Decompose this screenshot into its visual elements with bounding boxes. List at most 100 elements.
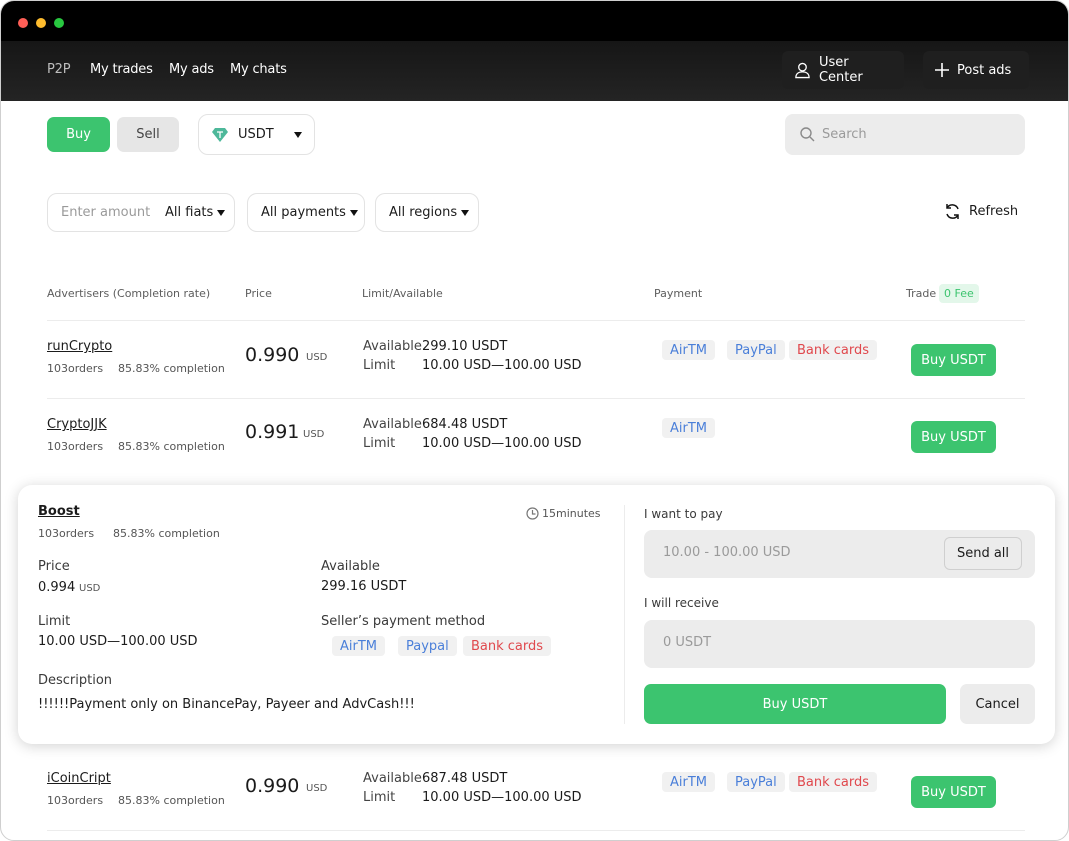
user-icon xyxy=(795,62,810,79)
available-value: 684.48 USDT xyxy=(422,417,508,432)
buy-usdt-button[interactable]: Buy USDT xyxy=(911,421,996,453)
maximize-window-dot[interactable] xyxy=(54,18,64,28)
payment-method-label: Seller’s payment method xyxy=(321,614,486,629)
send-all-button[interactable]: Send all xyxy=(944,537,1022,570)
asset-select[interactable]: USDT xyxy=(198,114,315,155)
buy-tab[interactable]: Buy xyxy=(47,117,110,152)
advertiser-name[interactable]: Boost xyxy=(38,504,80,519)
advertiser-name[interactable]: runCrypto xyxy=(47,339,112,354)
buy-usdt-button[interactable]: Buy USDT xyxy=(911,344,996,376)
completion-rate: 85.83% completion xyxy=(113,527,220,540)
chevron-down-icon xyxy=(461,209,470,216)
pay-placeholder: 10.00 - 100.00 USD xyxy=(663,545,791,560)
payments-filter[interactable]: All payments xyxy=(247,193,365,232)
search-box[interactable]: Search xyxy=(785,114,1025,155)
receive-amount-input[interactable]: 0 USDT xyxy=(644,620,1035,668)
completion-rate: 85.83% completion xyxy=(118,794,225,807)
available-label: Available xyxy=(363,771,422,786)
confirm-buy-button[interactable]: Buy USDT xyxy=(644,684,946,724)
refresh-button[interactable]: Refresh xyxy=(944,203,1018,220)
order-detail-panel: Boost 103orders 85.83% completion 15minu… xyxy=(18,485,1055,744)
advertiser-name[interactable]: iCoinCript xyxy=(47,771,111,786)
fiat-select[interactable]: All fiats xyxy=(165,205,213,220)
nav-my-trades[interactable]: My trades xyxy=(90,62,153,77)
orders-count: 103orders xyxy=(38,527,95,540)
payment-tag: Paypal xyxy=(398,636,457,656)
payment-tag: PayPal xyxy=(727,340,785,360)
limit-label: Limit xyxy=(363,790,396,805)
available-value: 299.10 USDT xyxy=(422,339,508,354)
row-divider xyxy=(47,830,1025,831)
price-currency: USD xyxy=(306,352,328,363)
header-payment: Payment xyxy=(654,287,703,300)
post-ads-label: Post ads xyxy=(957,62,1012,78)
user-center-button[interactable]: User Center xyxy=(782,51,904,89)
cancel-button[interactable]: Cancel xyxy=(960,684,1035,724)
close-window-dot[interactable] xyxy=(18,18,28,28)
header-advertisers: Advertisers (Completion rate) xyxy=(47,287,211,300)
limit-label: Limit xyxy=(363,358,396,373)
payment-time-limit: 15minutes xyxy=(542,507,601,520)
completion-rate: 85.83% completion xyxy=(118,362,225,375)
limit-label: Limit xyxy=(38,614,71,629)
price-value: 0.990 xyxy=(245,344,300,366)
header-price: Price xyxy=(245,287,272,300)
plus-icon xyxy=(935,63,949,77)
limit-value: 10.00 USD—100.00 USD xyxy=(422,790,582,805)
available-label: Available xyxy=(363,339,422,354)
chevron-down-icon xyxy=(293,131,302,138)
user-center-label: User Center xyxy=(818,55,863,85)
zero-fee-badge: 0 Fee xyxy=(939,284,979,303)
completion-rate: 85.83% completion xyxy=(118,440,225,453)
nav-p2p[interactable]: P2P xyxy=(47,62,71,77)
row-divider xyxy=(47,398,1025,399)
search-icon xyxy=(800,127,815,142)
price-currency: USD xyxy=(306,783,328,794)
buy-usdt-button[interactable]: Buy USDT xyxy=(911,776,996,808)
pay-amount-input[interactable]: 10.00 - 100.00 USD Send all xyxy=(644,530,1035,578)
price-value: 0.990 xyxy=(245,775,300,797)
nav-my-ads[interactable]: My ads xyxy=(169,62,214,77)
payment-tag: Bank cards xyxy=(789,772,878,792)
available-label: Available xyxy=(363,417,422,432)
asset-label: USDT xyxy=(238,127,274,142)
amount-filter[interactable]: Enter amount All fiats xyxy=(47,193,235,232)
available-value: 299.16 USDT xyxy=(321,579,407,594)
header-trade: Trade xyxy=(906,287,937,300)
description-label: Description xyxy=(38,673,113,688)
nav-my-chats[interactable]: My chats xyxy=(230,62,287,77)
amount-input[interactable]: Enter amount xyxy=(61,205,165,220)
orders-count: 103orders xyxy=(47,440,104,453)
description-text: !!!!!!Payment only on BinancePay, Payeer… xyxy=(38,697,415,712)
title-bar xyxy=(1,1,1068,41)
payment-tag: PayPal xyxy=(727,772,785,792)
price-currency: USD xyxy=(79,583,101,594)
pay-label: I want to pay xyxy=(644,507,723,521)
limit-value: 10.00 USD—100.00 USD xyxy=(422,358,582,373)
payment-tag: AirTM xyxy=(662,418,716,438)
sell-tab[interactable]: Sell xyxy=(117,117,179,152)
payment-tag: AirTM xyxy=(662,772,716,792)
payments-label: All payments xyxy=(261,205,346,220)
receive-placeholder: 0 USDT xyxy=(663,635,712,650)
payment-tag: AirTM xyxy=(662,340,716,360)
search-placeholder: Search xyxy=(822,127,867,142)
price-value: 0.991 xyxy=(245,421,300,443)
refresh-icon xyxy=(946,204,959,219)
app-window: P2P My trades My ads My chats User Cente… xyxy=(0,0,1069,841)
available-label: Available xyxy=(321,559,380,574)
chevron-down-icon xyxy=(217,209,226,216)
minimize-window-dot[interactable] xyxy=(36,18,46,28)
orders-count: 103orders xyxy=(47,794,104,807)
regions-label: All regions xyxy=(389,205,458,220)
usdt-diamond-icon xyxy=(212,127,228,142)
chevron-down-icon xyxy=(349,209,358,216)
advertiser-name[interactable]: CryptoJJK xyxy=(47,417,107,432)
refresh-label: Refresh xyxy=(969,204,1019,219)
panel-divider xyxy=(624,505,625,724)
limit-value: 10.00 USD—100.00 USD xyxy=(422,436,582,451)
regions-filter[interactable]: All regions xyxy=(375,193,479,232)
price-value: 0.994 xyxy=(38,580,76,595)
payment-tag: Bank cards xyxy=(789,340,878,360)
post-ads-button[interactable]: Post ads xyxy=(923,51,1029,89)
